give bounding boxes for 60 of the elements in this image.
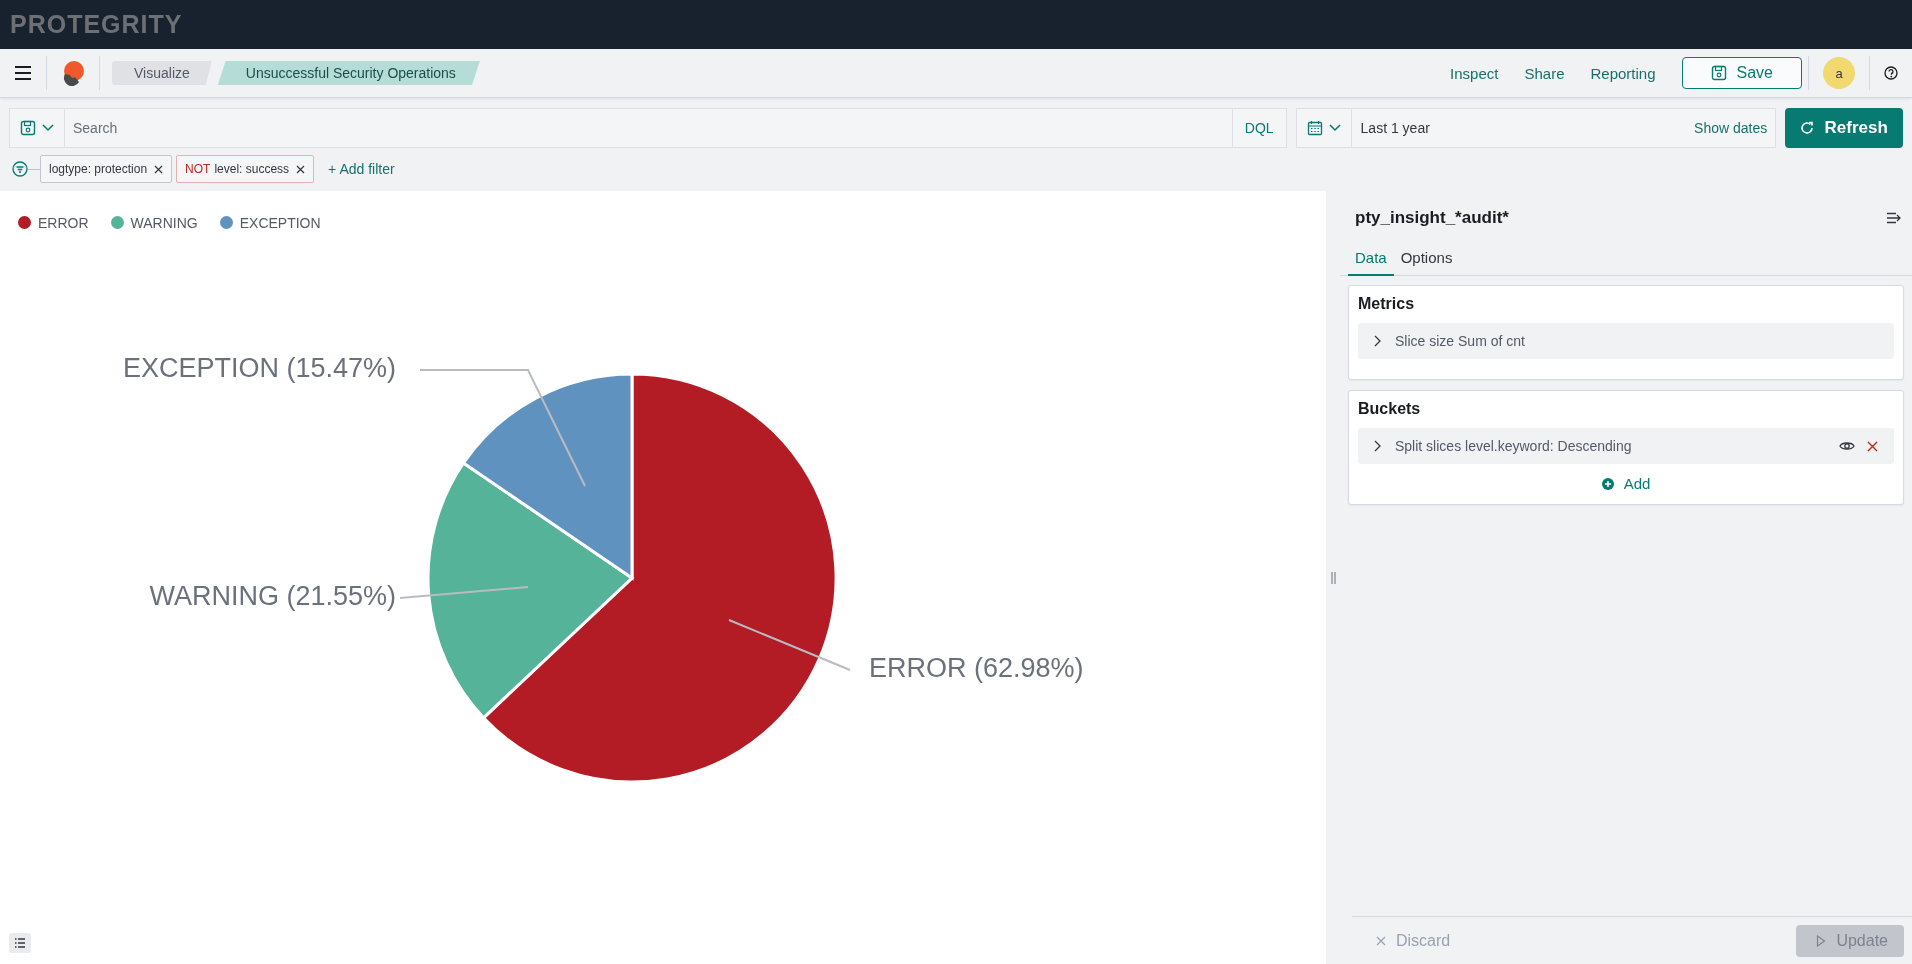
list-icon bbox=[14, 938, 26, 948]
menu-icon[interactable] bbox=[14, 66, 32, 80]
add-filter-link[interactable]: + Add filter bbox=[328, 161, 395, 177]
slice-label: WARNING (21.55%) bbox=[149, 581, 396, 612]
accordion-row[interactable]: Split slices level.keyword: Descending bbox=[1358, 428, 1894, 464]
chevron-down-icon bbox=[42, 124, 54, 132]
search-field[interactable]: Search bbox=[65, 108, 1233, 148]
chevron-down-icon bbox=[1328, 124, 1341, 132]
legend-toggle-button[interactable] bbox=[9, 933, 31, 953]
close-icon[interactable] bbox=[154, 164, 164, 174]
app-logo-icon[interactable] bbox=[61, 60, 85, 86]
chevron-right-icon bbox=[1374, 440, 1381, 452]
header-link[interactable]: Share bbox=[1524, 64, 1565, 82]
show-dates-link[interactable]: Show dates bbox=[1694, 120, 1776, 136]
legend-label[interactable]: WARNING bbox=[130, 214, 198, 231]
close-icon[interactable] bbox=[296, 164, 306, 174]
eye-icon[interactable] bbox=[1839, 440, 1855, 452]
breadcrumb[interactable]: Visualize bbox=[112, 61, 212, 85]
close-icon bbox=[1376, 935, 1386, 946]
collapse-icon[interactable] bbox=[1886, 212, 1902, 224]
play-icon bbox=[1816, 934, 1827, 947]
chevron-right-icon bbox=[1374, 335, 1381, 347]
panel-tab[interactable]: Data bbox=[1348, 241, 1394, 276]
row-label: Slice size Sum of cnt bbox=[1395, 333, 1526, 349]
breadcrumb[interactable]: Unsuccessful Security Operations bbox=[217, 61, 480, 85]
filter-icon[interactable] bbox=[12, 161, 28, 177]
query-language-button[interactable]: DQL bbox=[1232, 108, 1287, 148]
saved-query-button[interactable] bbox=[9, 108, 65, 148]
plus-circle-icon bbox=[1601, 477, 1614, 490]
save-icon bbox=[20, 120, 36, 136]
brand-logo: PROTEGRITY bbox=[10, 10, 183, 39]
save-button[interactable]: Save bbox=[1681, 57, 1802, 89]
row-label: Split slices level.keyword: Descending bbox=[1395, 438, 1633, 454]
negation-label: NOT bbox=[185, 162, 211, 176]
panel-tab[interactable]: Options bbox=[1393, 241, 1460, 276]
slice-label: EXCEPTION (15.47%) bbox=[122, 353, 396, 384]
time-range[interactable]: Last 1 year bbox=[1351, 120, 1695, 136]
resize-handle-icon[interactable] bbox=[1330, 571, 1336, 584]
header-link[interactable]: Inspect bbox=[1450, 64, 1499, 82]
save-icon bbox=[1710, 65, 1727, 81]
refresh-icon bbox=[1800, 121, 1815, 135]
add-button[interactable]: Add bbox=[1595, 474, 1657, 493]
remove-icon[interactable] bbox=[1867, 440, 1878, 452]
accordion-row[interactable]: Slice size Sum of cnt bbox=[1358, 323, 1894, 359]
pie-slice[interactable] bbox=[462, 372, 634, 580]
legend-label[interactable]: ERROR bbox=[38, 214, 89, 231]
filter-pill[interactable]: logtype: protection bbox=[40, 155, 173, 183]
calendar-icon bbox=[1306, 120, 1323, 136]
section-title: Buckets bbox=[1358, 400, 1422, 418]
filter-pill[interactable]: NOT level: success bbox=[176, 155, 315, 183]
user-avatar[interactable]: a bbox=[1823, 57, 1855, 89]
header-link[interactable]: Reporting bbox=[1590, 64, 1656, 82]
filter-label: level: success bbox=[214, 162, 290, 176]
filter-label: logtype: protection bbox=[49, 162, 148, 176]
slice-label: ERROR (62.98%) bbox=[869, 653, 1084, 684]
refresh-button[interactable]: Refresh bbox=[1785, 108, 1903, 148]
help-icon[interactable] bbox=[1884, 66, 1898, 80]
index-pattern-title: pty_insight_*audit* bbox=[1355, 208, 1509, 228]
section-title: Metrics bbox=[1358, 295, 1416, 313]
legend-label[interactable]: EXCEPTION bbox=[239, 214, 321, 231]
